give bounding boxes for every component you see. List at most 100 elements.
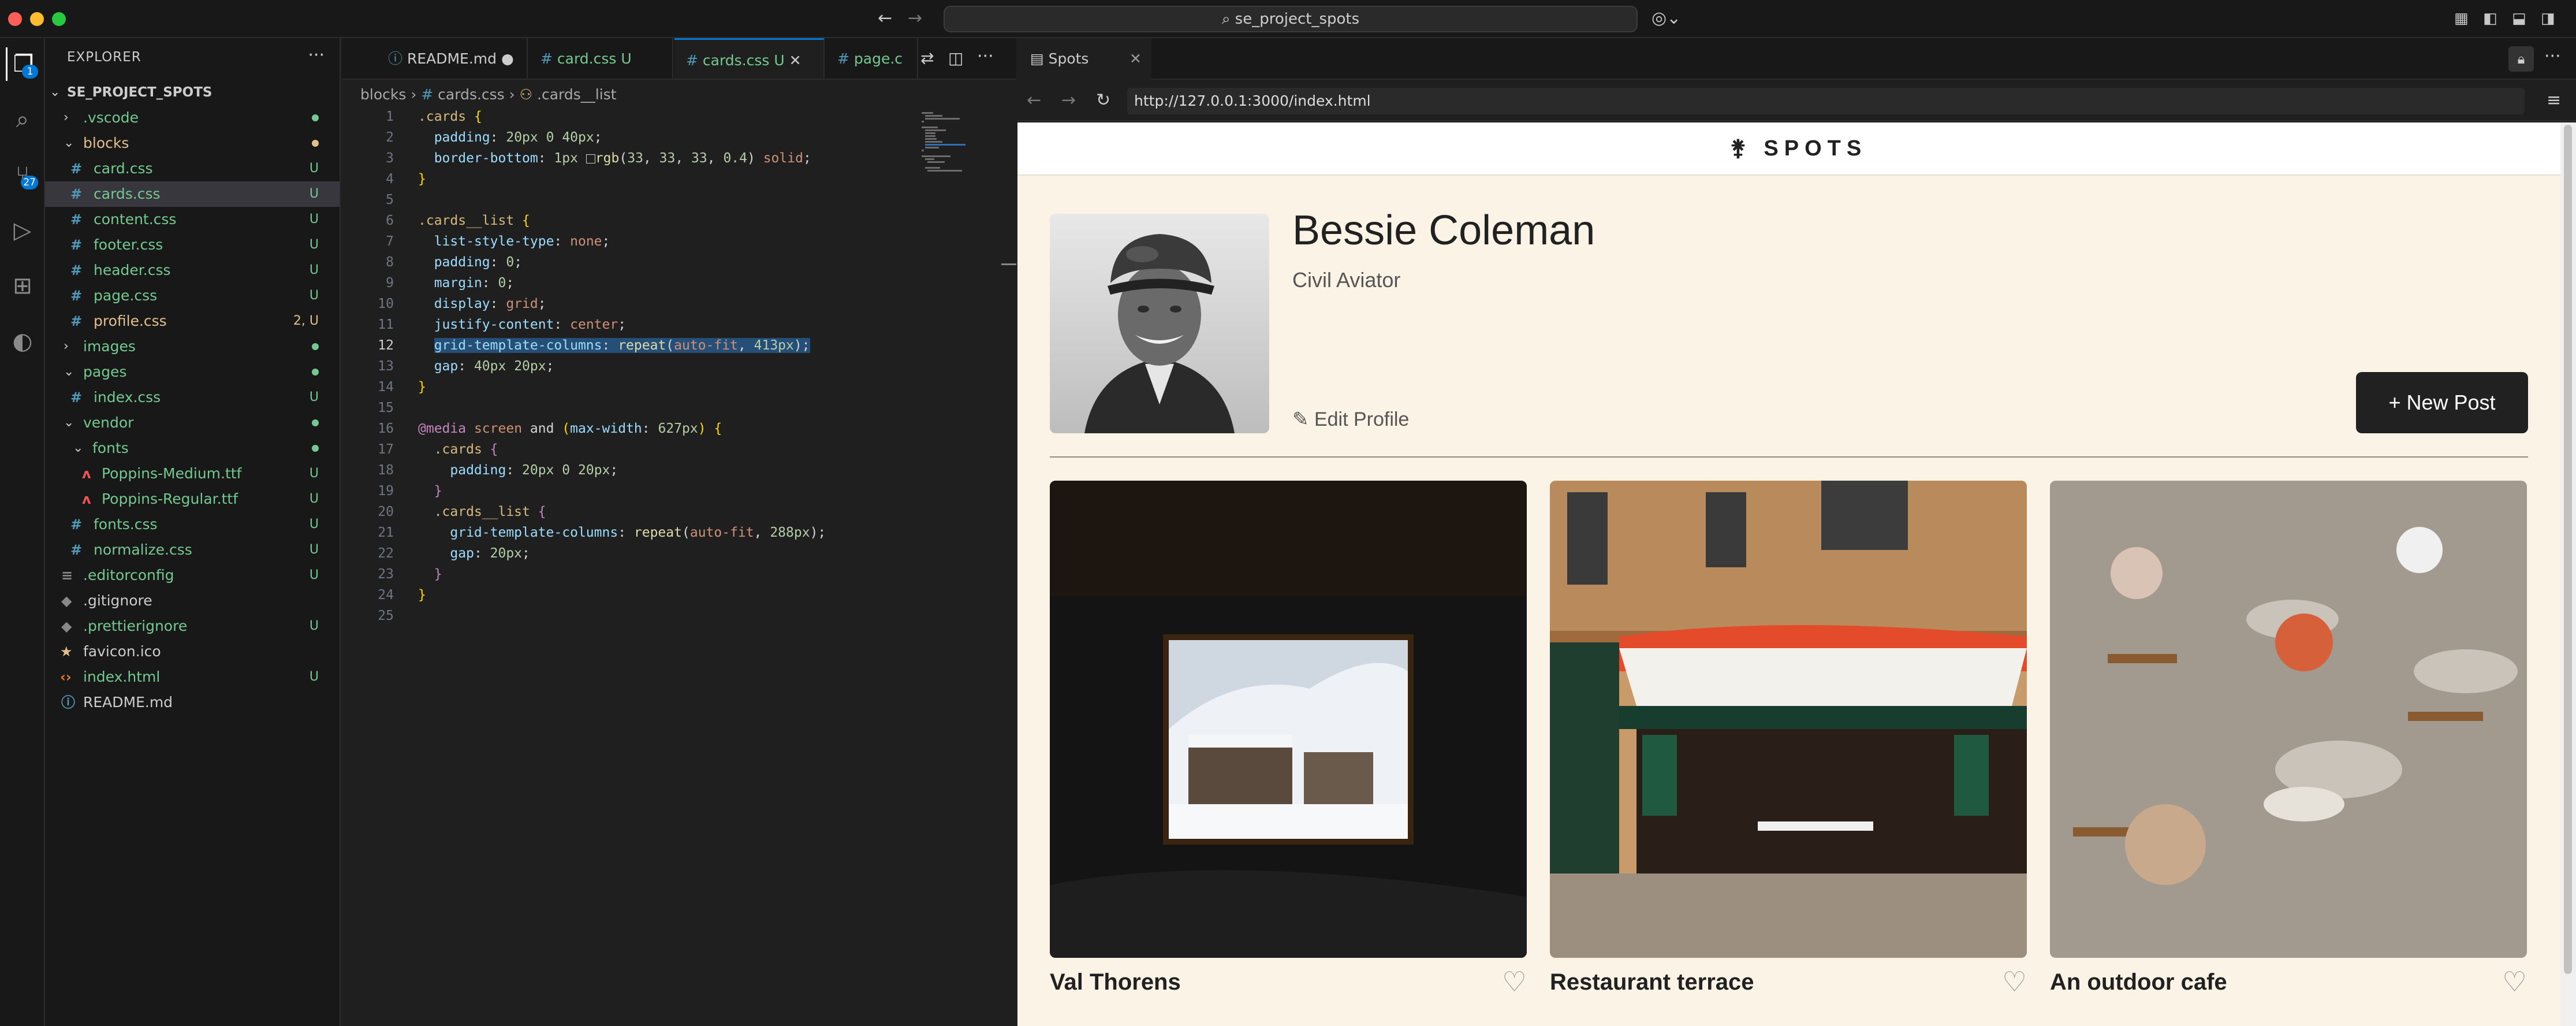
lock-icon[interactable]: 🔒︎ bbox=[2508, 46, 2534, 72]
card-title: Restaurant terrace bbox=[1550, 969, 1754, 995]
tab-cards-css[interactable]: # cards.css U ✕ bbox=[674, 38, 825, 79]
tree-item-vendor[interactable]: ⌄ vendor bbox=[45, 410, 340, 436]
tree-item-gitignore[interactable]: ◆ .gitignore bbox=[45, 588, 340, 614]
breadcrumb: blocks › # cards.css › ⚇ .cards__list bbox=[360, 82, 616, 107]
tree-item-page-css[interactable]: # page.css U bbox=[45, 283, 340, 308]
run-debug-icon[interactable]: ▷ bbox=[6, 214, 39, 247]
explorer-sidebar: EXPLORER ··· ⌄ SE_PROJECT_SPOTS › .vscode … bbox=[45, 38, 341, 1026]
tree-root-folder[interactable]: ⌄ SE_PROJECT_SPOTS bbox=[45, 80, 340, 105]
like-heart-icon[interactable]: ♡ bbox=[1502, 966, 1527, 998]
command-center-search[interactable]: ⌕ se_project_spots bbox=[944, 6, 1638, 32]
split-editor-icon[interactable]: ◫ bbox=[948, 49, 964, 68]
tree-item-pages[interactable]: ⌄ pages bbox=[45, 359, 340, 385]
zoom-window-button[interactable] bbox=[52, 12, 66, 26]
breadcrumb-symbol[interactable]: .cards__list bbox=[537, 86, 616, 103]
tree-item-index-html[interactable]: ‹› index.html U bbox=[45, 664, 340, 690]
tree-item-card-css[interactable]: # card.css U bbox=[45, 156, 340, 181]
tree-item-blocks[interactable]: ⌄ blocks bbox=[45, 131, 340, 156]
copilot-icon[interactable]: ◎⌄ bbox=[1652, 8, 1681, 29]
minimap[interactable] bbox=[922, 111, 985, 174]
code-line: padding: 20px 0 20px; bbox=[450, 463, 618, 478]
close-tab-icon[interactable]: ✕ bbox=[1129, 38, 1142, 80]
explorer-badge: 1 bbox=[22, 65, 38, 79]
preview-tab-bar: ▤ Spots ✕ 🔒︎ ··· bbox=[1017, 38, 2576, 80]
card-title: An outdoor cafe bbox=[2050, 969, 2227, 995]
close-window-button[interactable] bbox=[8, 12, 22, 26]
tab-card-css[interactable]: # card.css U bbox=[529, 38, 673, 79]
like-heart-icon[interactable]: ♡ bbox=[2002, 966, 2027, 998]
back-arrow-icon[interactable]: ← bbox=[878, 8, 892, 29]
site-header: ⚵ SPOTS bbox=[1017, 122, 2560, 176]
editor-more-icon[interactable]: ··· bbox=[977, 46, 994, 66]
tree-item-normalize-css[interactable]: # normalize.css U bbox=[45, 537, 340, 563]
tree-item-content-css[interactable]: # content.css U bbox=[45, 207, 340, 232]
forward-arrow-icon[interactable]: → bbox=[1061, 90, 1076, 111]
tree-item-editorconfig[interactable]: ≡ .editorconfig U bbox=[45, 563, 340, 588]
code-line: } bbox=[434, 567, 442, 582]
forward-arrow-icon[interactable]: → bbox=[908, 8, 922, 29]
preview-scrollbar[interactable] bbox=[2560, 122, 2576, 1026]
card-image[interactable] bbox=[1050, 481, 1527, 958]
back-arrow-icon[interactable]: ← bbox=[1027, 90, 1041, 111]
css-file-icon: # bbox=[70, 389, 83, 406]
pencil-icon: ✎ bbox=[1292, 408, 1314, 430]
tree-item-poppins-medium[interactable]: ʌ Poppins-Medium.ttf U bbox=[45, 461, 340, 486]
css-file-icon: # bbox=[70, 237, 83, 253]
preview-more-icon[interactable]: ··· bbox=[2544, 46, 2561, 66]
file-tree: ⌄ SE_PROJECT_SPOTS › .vscode ⌄ blocks # card… bbox=[45, 80, 340, 715]
source-control-badge: 27 bbox=[21, 176, 38, 189]
profile-name: Bessie Coleman bbox=[1292, 207, 1595, 254]
tree-item-poppins-regular[interactable]: ʌ Poppins-Regular.ttf U bbox=[45, 486, 340, 512]
source-control-icon[interactable]: ⑂ 27 bbox=[6, 158, 39, 192]
tree-item-index-css[interactable]: # index.css U bbox=[45, 385, 340, 410]
edit-profile-button[interactable]: ✎ Edit Profile bbox=[1292, 408, 1409, 431]
extensions-icon[interactable]: ⊞ bbox=[6, 269, 39, 303]
scrollbar-thumb[interactable] bbox=[2564, 125, 2572, 974]
symbol-class-icon: ⚇ bbox=[519, 86, 533, 103]
card-image[interactable] bbox=[2050, 481, 2527, 958]
tree-item-images[interactable]: › images bbox=[45, 334, 340, 359]
code-line: @media screen and (max-width: 627px) { bbox=[418, 421, 722, 436]
tree-item-favicon[interactable]: ★ favicon.ico bbox=[45, 639, 340, 664]
status-dot bbox=[312, 445, 319, 452]
tree-item-header-css[interactable]: # header.css U bbox=[45, 258, 340, 283]
tab-page-css[interactable]: # page.c bbox=[826, 38, 918, 79]
tree-item-footer-css[interactable]: # footer.css U bbox=[45, 232, 340, 258]
live-preview-icon[interactable]: ◐ bbox=[6, 325, 39, 358]
code-line: justify-content: center; bbox=[434, 317, 627, 332]
more-actions-icon[interactable]: ··· bbox=[308, 45, 325, 65]
breadcrumb-folder[interactable]: blocks bbox=[360, 86, 406, 103]
customize-layout-icon[interactable]: ▦ bbox=[2454, 8, 2469, 29]
breadcrumb-file[interactable]: cards.css bbox=[438, 86, 505, 103]
search-view-icon[interactable]: ⌕ bbox=[6, 103, 39, 136]
tree-item-fonts-folder[interactable]: ⌄ fonts bbox=[45, 436, 340, 461]
menu-icon[interactable]: ≡ bbox=[2547, 90, 2561, 111]
toggle-panel-icon[interactable]: ⬓ bbox=[2512, 8, 2526, 29]
explorer-icon[interactable]: ❐ 1 bbox=[6, 47, 39, 81]
close-tab-icon[interactable]: ✕ bbox=[789, 52, 801, 69]
tree-item-vscode[interactable]: › .vscode bbox=[45, 105, 340, 131]
profile-divider bbox=[1050, 456, 2528, 458]
explorer-title: EXPLORER bbox=[67, 50, 141, 65]
font-file-icon: ʌ bbox=[82, 466, 91, 482]
tab-spots-preview[interactable]: ▤ Spots ✕ bbox=[1017, 38, 1151, 80]
toggle-primary-sidebar-icon[interactable]: ◧ bbox=[2483, 8, 2497, 29]
url-input[interactable]: http://127.0.0.1:3000/index.html bbox=[1127, 88, 2525, 114]
status-dot bbox=[312, 343, 319, 350]
compare-changes-icon[interactable]: ⇄ bbox=[920, 49, 934, 68]
tree-item-prettierignore[interactable]: ◆ .prettierignore U bbox=[45, 614, 340, 639]
card-image[interactable] bbox=[1550, 481, 2027, 958]
tree-item-fonts-css[interactable]: # fonts.css U bbox=[45, 512, 340, 537]
tree-item-profile-css[interactable]: # profile.css 2, U bbox=[45, 308, 340, 334]
css-file-icon: # bbox=[70, 542, 83, 558]
tab-readme[interactable]: ⓘ README.md ● bbox=[376, 38, 528, 79]
tree-item-cards-css[interactable]: # cards.css U bbox=[45, 181, 340, 207]
toggle-secondary-sidebar-icon[interactable]: ◨ bbox=[2541, 8, 2555, 29]
reload-icon[interactable]: ↻ bbox=[1096, 90, 1110, 111]
css-file-icon: # bbox=[540, 50, 557, 67]
site-logo[interactable]: ⚵ SPOTS bbox=[1730, 135, 1867, 161]
like-heart-icon[interactable]: ♡ bbox=[2502, 966, 2527, 998]
new-post-button[interactable]: + New Post bbox=[2356, 372, 2528, 433]
minimize-window-button[interactable] bbox=[30, 12, 44, 26]
tree-item-readme[interactable]: ⓘ README.md bbox=[45, 690, 340, 715]
